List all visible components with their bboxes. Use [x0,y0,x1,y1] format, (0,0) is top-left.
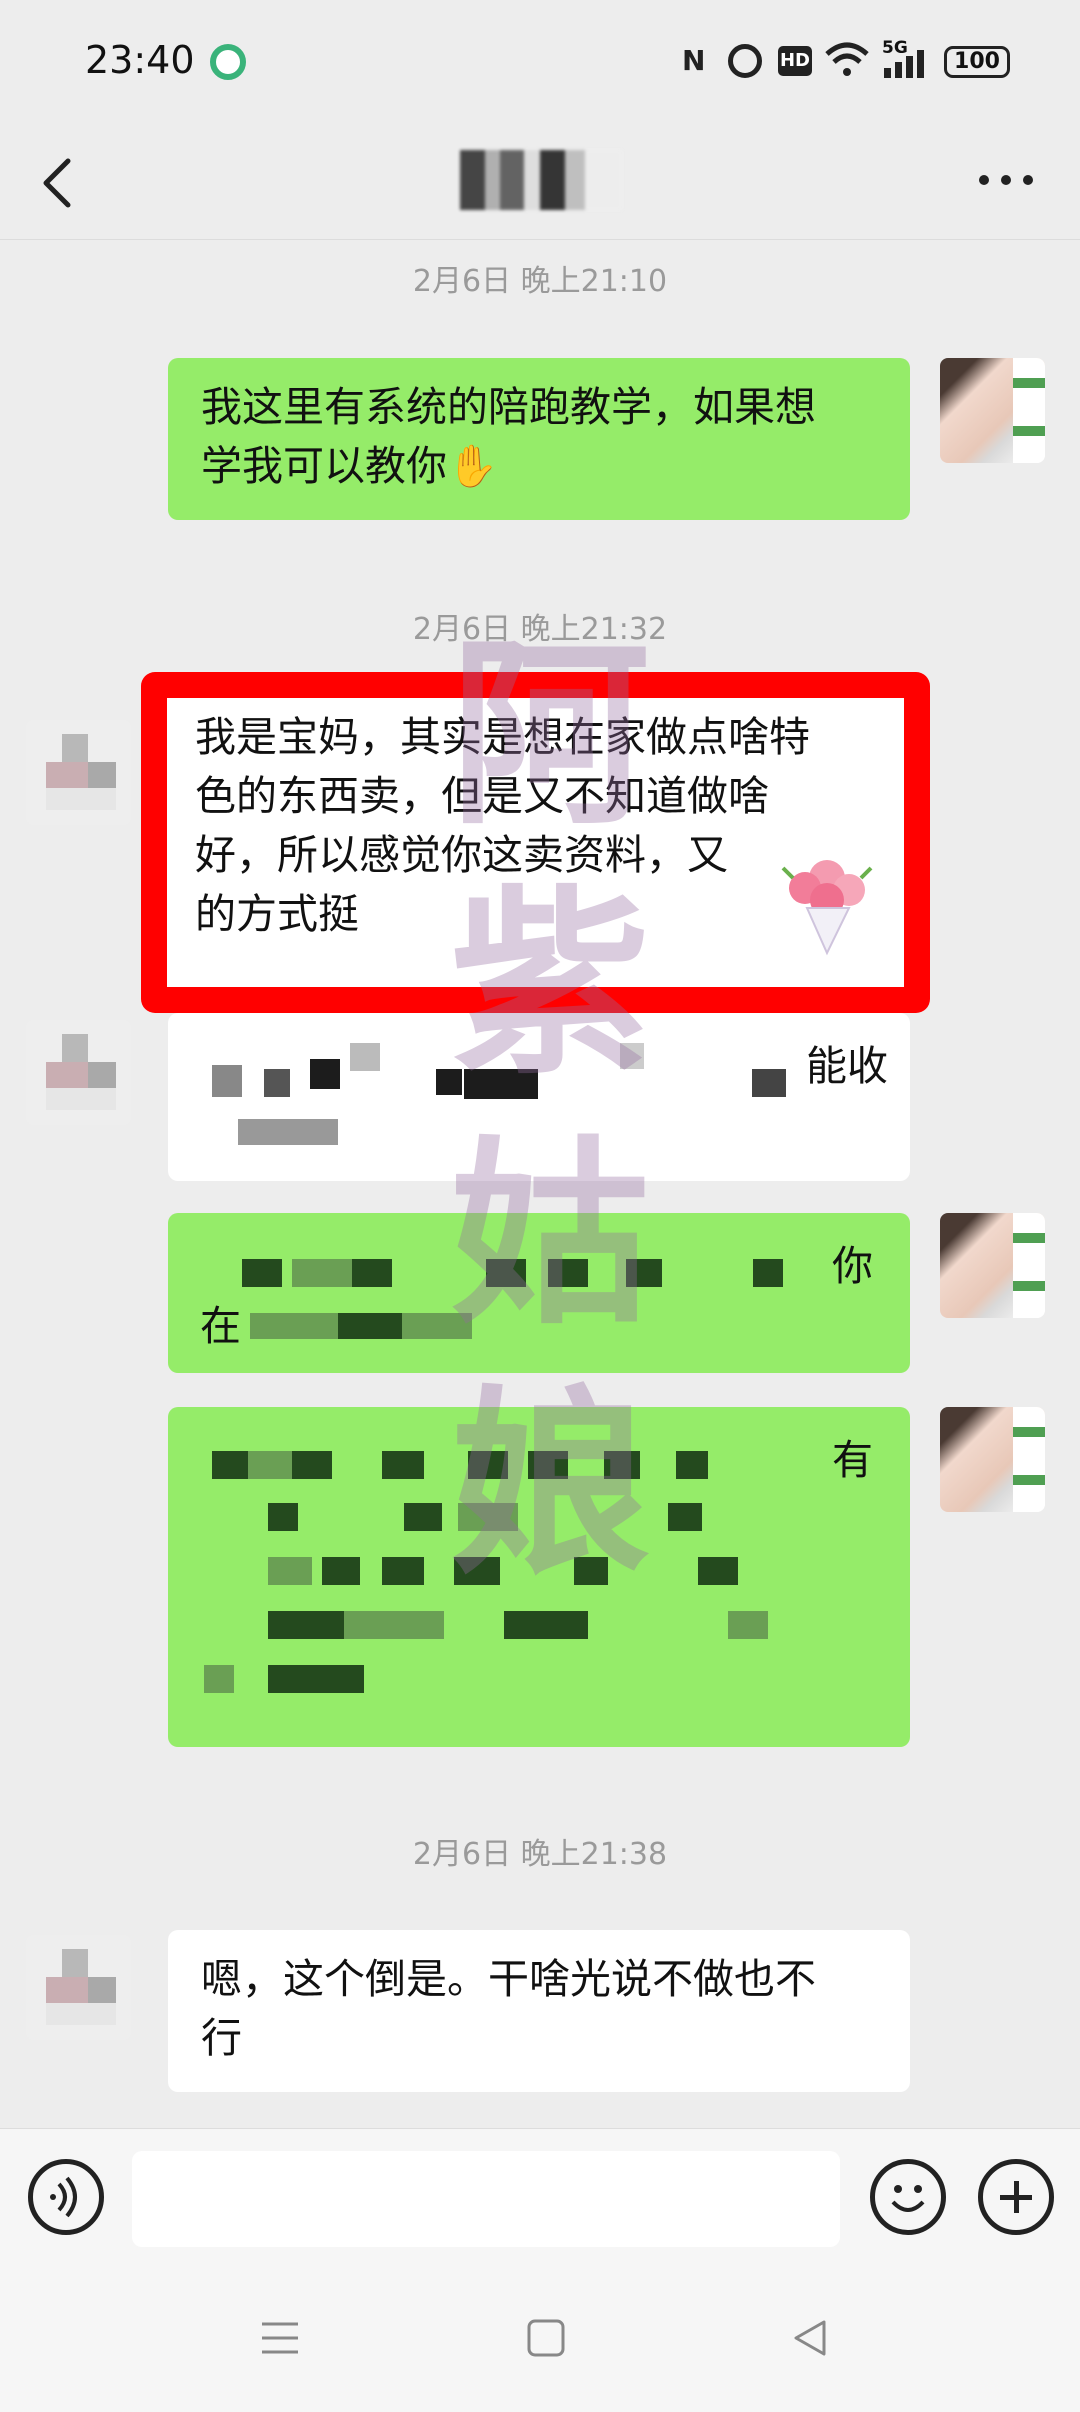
alarm-icon [728,44,762,78]
chat-input-bar [0,2128,1080,2268]
message-line: 我这里有系统的陪跑教学，如果想 [201,383,816,431]
message-line: 行 [201,2014,242,2062]
clock: 23:40 [85,38,195,82]
ok-hand-emoji-icon: ✋ [447,442,499,490]
battery-indicator: 100 [944,46,1010,78]
message-line: 学我可以教你✋ [201,442,499,490]
my-avatar[interactable] [940,1213,1045,1318]
chat-title-redacted [460,150,622,210]
message-fragment: 你 [832,1242,873,1290]
app-notification-icon [210,44,246,80]
flower-bouquet-emoji-icon [781,860,873,956]
menu-icon[interactable] [260,2318,300,2358]
message-line: 嗯，这个倒是。干啥光说不做也不 [201,1955,816,2003]
5g-signal-icon [884,50,924,78]
sent-message-bubble[interactable]: 我这里有系统的陪跑教学，如果想 学我可以教你✋ [168,358,910,520]
contact-avatar[interactable] [26,1020,131,1125]
status-bar: 23:40 N HD 5G 100 [0,0,1080,125]
received-message-bubble[interactable]: 嗯，这个倒是。干啥光说不做也不 行 [168,1930,910,2092]
wifi-icon [825,42,869,76]
my-avatar[interactable] [940,358,1045,463]
back-nav-icon[interactable] [790,2318,830,2358]
message-input[interactable] [132,2151,840,2247]
timestamp: 2月6日 晚上21:38 [412,1837,668,1872]
message-fragment: 能收 [806,1042,888,1090]
system-navigation-bar [0,2268,1080,2412]
more-icon[interactable] [976,165,1036,195]
my-avatar[interactable] [940,1407,1045,1512]
home-icon[interactable] [526,2318,566,2358]
chat-header [0,125,1080,240]
chevron-left-icon[interactable] [38,155,78,211]
timestamp: 2月6日 晚上21:10 [412,264,668,299]
watermark: 阿紫姑娘 [449,617,650,1602]
contact-avatar[interactable] [26,720,131,825]
voice-input-icon[interactable] [28,2159,104,2235]
hd-icon: HD [778,46,812,76]
contact-avatar[interactable] [26,1935,131,2040]
message-fragment: 在 [200,1302,241,1350]
emoji-icon[interactable] [870,2159,946,2235]
message-fragment: 有 [832,1436,873,1484]
nfc-icon: N [682,44,706,77]
plus-icon[interactable] [978,2159,1054,2235]
